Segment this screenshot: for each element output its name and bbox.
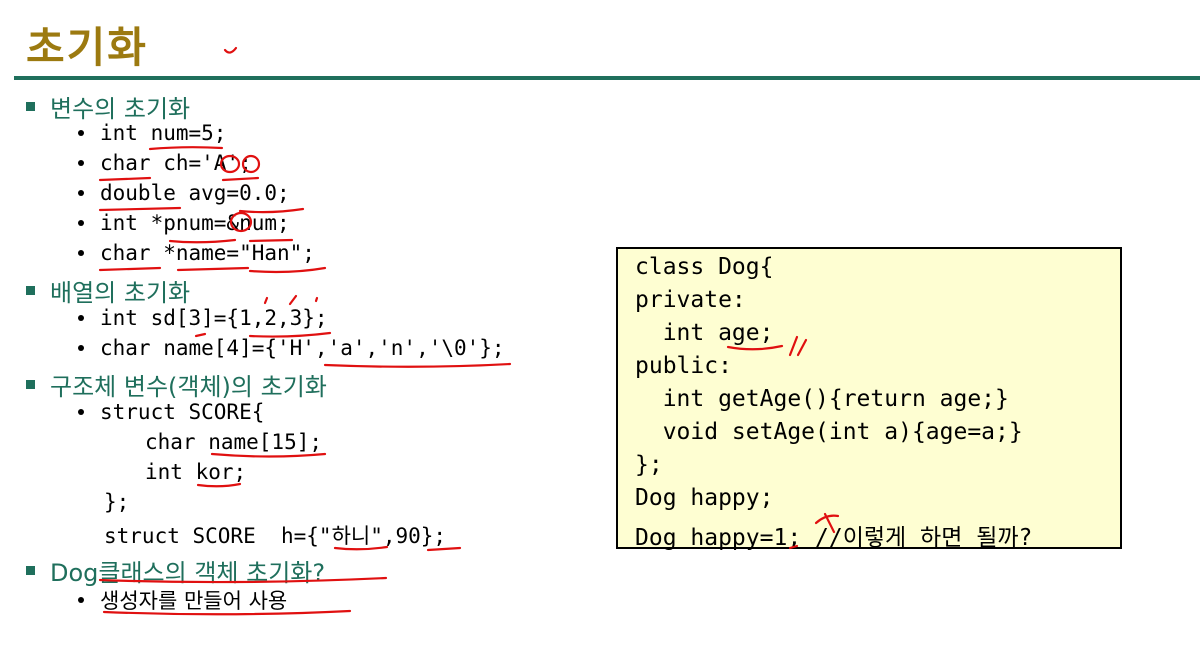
section-heading-dog: Dog클래스의 객체 초기화? (50, 559, 326, 587)
tick-mark (314, 296, 319, 303)
underline-stroke (323, 362, 512, 368)
bullet-variables: 변수의 초기화 (26, 89, 190, 124)
code-line: public: (635, 353, 732, 379)
code-line: int kor; (145, 460, 247, 484)
section-heading-struct: 구조체 변수(객체)의 초기화 (50, 373, 327, 401)
code-line: int *pnum=&num; (100, 211, 290, 235)
code-line: char name[4]={'H','a','n','\0'}; (100, 336, 505, 360)
list-item: int sd[3]={1,2,3}; (78, 306, 328, 330)
list-item: char name[4]={'H','a','n','\0'}; (78, 336, 505, 360)
dot-bullet-icon (78, 190, 84, 196)
underline-stroke (196, 482, 242, 488)
bullet-struct: 구조체 변수(객체)의 초기화 (26, 367, 327, 402)
code-line: }; (104, 490, 130, 514)
underline-stroke (248, 266, 327, 274)
dot-bullet-icon (78, 160, 84, 166)
dot-bullet-icon (78, 409, 84, 415)
underline-stroke (210, 452, 327, 458)
code-line: int num=5; (100, 121, 227, 145)
list-item: int num=5; (78, 121, 226, 145)
bullet-dog: Dog클래스의 객체 초기화? (26, 553, 325, 588)
dot-bullet-icon (78, 220, 84, 226)
list-item: char *name="Han"; (78, 241, 315, 265)
underline-stroke (98, 206, 182, 212)
tick-mark (288, 294, 298, 306)
tick-mark (263, 296, 269, 305)
code-line: int age; (635, 320, 774, 346)
code-line: char *name="Han"; (100, 241, 315, 265)
square-bullet-icon (26, 566, 35, 575)
list-item: 생성자를 만들어 사용 (78, 585, 287, 615)
code-line: Dog happy; (635, 485, 774, 511)
section-heading-arrays: 배열의 초기화 (50, 279, 191, 307)
underline-stroke (98, 176, 152, 182)
code-line: double avg=0.0; (100, 181, 290, 205)
bullet-arrays: 배열의 초기화 (26, 273, 190, 308)
list-item: char ch='A'; (78, 151, 252, 175)
list-item-text: 생성자를 만들어 사용 (100, 589, 288, 613)
code-line: void setAge(int a){age=a;} (635, 419, 1023, 445)
code-line: struct SCORE h={"하니",90}; (104, 524, 447, 548)
code-line: int getAge(){return age;} (635, 386, 1009, 412)
square-bullet-icon (26, 102, 35, 111)
code-line: Dog happy=1; //이렇게 하면 될까? (635, 525, 1033, 551)
code-line: struct SCORE{ (100, 400, 265, 424)
code-line: class Dog{ (635, 254, 774, 280)
code-line: int sd[3]={1,2,3}; (100, 306, 328, 330)
code-box: class Dog{ private: int age; public: int… (616, 247, 1122, 551)
section-heading-variables: 변수의 초기화 (50, 95, 191, 123)
list-item: double avg=0.0; (78, 181, 290, 205)
code-line: private: (635, 287, 746, 313)
dot-bullet-icon (78, 250, 84, 256)
list-item: struct SCORE{ (78, 400, 264, 424)
title-underline (14, 76, 1200, 80)
underline-stroke (98, 266, 162, 272)
dot-bullet-icon (78, 130, 84, 136)
tick-mark (223, 46, 238, 54)
underline-stroke (176, 266, 250, 272)
underline-stroke (221, 176, 260, 182)
list-item: int *pnum=&num; (78, 211, 290, 235)
code-line: char name[15]; (145, 430, 323, 454)
square-bullet-icon (26, 286, 35, 295)
square-bullet-icon (26, 380, 35, 389)
dot-bullet-icon (78, 597, 84, 603)
underline-stroke (148, 146, 224, 151)
dot-bullet-icon (78, 315, 84, 321)
code-line: }; (635, 452, 663, 478)
slide-title: 초기화 (26, 23, 148, 72)
code-line: char ch='A'; (100, 151, 252, 175)
dot-bullet-icon (78, 345, 84, 351)
